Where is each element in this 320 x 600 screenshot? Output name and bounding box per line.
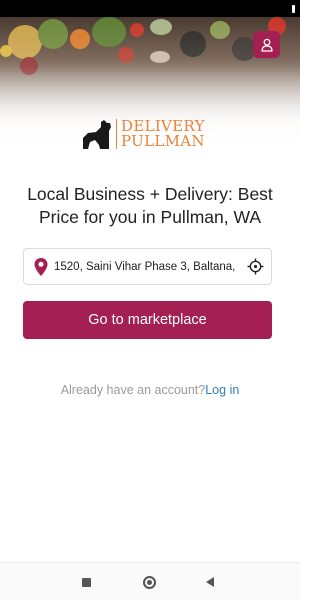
login-prompt: Already have an account?	[60, 383, 206, 397]
circle-icon[interactable]	[143, 576, 156, 589]
login-row: Already have an account?Log in	[0, 383, 300, 397]
login-link[interactable]: Log in	[205, 383, 239, 397]
page-headline: Local Business + Delivery: Best Price fo…	[27, 184, 273, 227]
location-value[interactable]: 1520, Saini Vihar Phase 3, Baltana,	[54, 261, 243, 273]
logo-wordmark: DELIVERY PULLMAN	[121, 119, 205, 149]
square-icon[interactable]	[82, 578, 91, 587]
triangle-back-icon[interactable]	[206, 577, 214, 587]
brand-logo: DELIVERY PULLMAN	[82, 117, 217, 151]
status-bar	[0, 0, 300, 17]
gps-target-icon[interactable]	[247, 258, 264, 275]
account-button[interactable]	[253, 31, 280, 58]
cow-logo-icon	[83, 120, 111, 149]
location-pin-icon	[34, 257, 48, 276]
battery-icon	[292, 5, 295, 13]
go-to-marketplace-button[interactable]: Go to marketplace	[23, 301, 272, 339]
location-input[interactable]: 1520, Saini Vihar Phase 3, Baltana,	[23, 248, 272, 285]
logo-divider	[116, 119, 117, 149]
system-nav-bar	[0, 562, 300, 600]
app-screen: DELIVERY PULLMAN Local Business + Delive…	[0, 0, 300, 600]
circle-icon-dot	[147, 580, 152, 585]
logo-line-2: PULLMAN	[121, 132, 205, 150]
user-outline-icon	[260, 38, 273, 52]
